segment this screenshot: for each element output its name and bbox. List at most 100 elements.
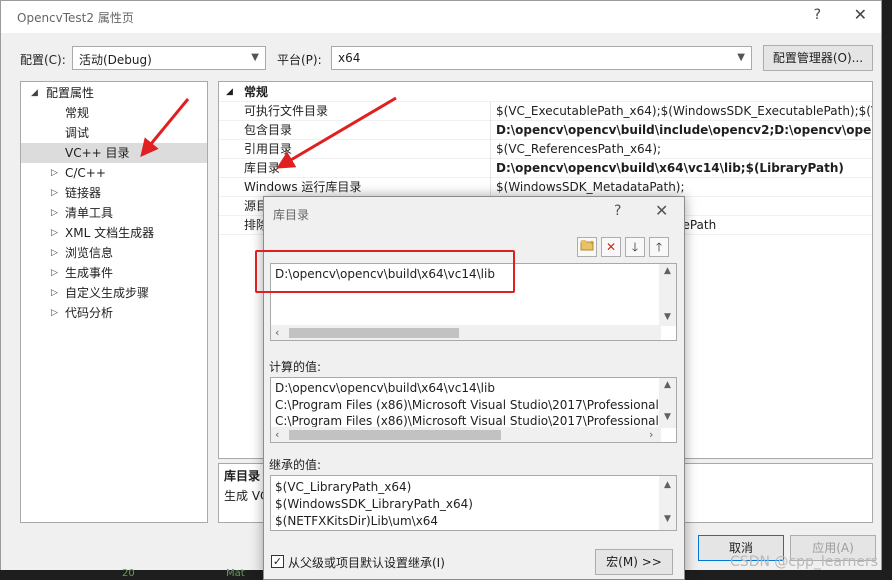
- inherit-checkbox[interactable]: ✓: [271, 555, 284, 568]
- column-divider: [490, 159, 491, 178]
- macros-button[interactable]: 宏(M) >>: [595, 549, 673, 575]
- tree-item-root[interactable]: ◢ 配置属性: [21, 83, 207, 103]
- configuration-manager-button[interactable]: 配置管理器(O)...: [763, 45, 873, 71]
- inherited-value: $(VC_LibraryPath_x64): [275, 480, 412, 494]
- property-name: 引用目录: [244, 142, 293, 156]
- inherited-value: $(NETFXKitsDir)Lib\um\x64: [275, 514, 439, 528]
- tree-item-label: 浏览信息: [65, 246, 114, 260]
- title-bar: OpencvTest2 属性页 ? ✕: [1, 1, 881, 33]
- property-value[interactable]: D:\opencv\opencv\build\include\opencv2;D…: [496, 121, 872, 140]
- tree-item[interactable]: 调试: [21, 123, 207, 143]
- scroll-right-icon[interactable]: ›: [649, 428, 653, 441]
- window-title: OpencvTest2 属性页: [17, 11, 134, 25]
- delete-icon[interactable]: ✕: [601, 237, 621, 257]
- platform-select[interactable]: x64 ▼: [331, 46, 752, 70]
- property-value[interactable]: $(VC_ExecutablePath_x64);$(WindowsSDK_Ex…: [496, 102, 872, 121]
- collapsed-triangle-icon[interactable]: ▷: [51, 243, 58, 263]
- tree-item-label: 代码分析: [65, 306, 114, 320]
- tree-item[interactable]: ▷ 代码分析: [21, 303, 207, 323]
- tree-item-label: 生成事件: [65, 266, 114, 280]
- tree-item[interactable]: ▷ 浏览信息: [21, 243, 207, 263]
- tree-item[interactable]: ▷ 自定义生成步骤: [21, 283, 207, 303]
- property-name: 库目录: [244, 161, 281, 175]
- collapsed-triangle-icon[interactable]: ▷: [51, 203, 58, 223]
- tree-item[interactable]: ▷ 清单工具: [21, 203, 207, 223]
- category-label: 常规: [244, 85, 269, 99]
- new-folder-icon[interactable]: ✦: [577, 237, 597, 257]
- collapsed-triangle-icon[interactable]: ▷: [51, 183, 58, 203]
- tree-item[interactable]: 常规: [21, 103, 207, 123]
- property-row[interactable]: 引用目录 $(VC_ReferencesPath_x64);: [219, 140, 872, 159]
- property-value[interactable]: $(WindowsSDK_MetadataPath);: [496, 178, 685, 197]
- tree-item[interactable]: ▷ XML 文档生成器: [21, 223, 207, 243]
- scroll-left-icon[interactable]: ‹: [275, 428, 279, 441]
- tree-item-label: C/C++: [65, 166, 106, 180]
- collapsed-triangle-icon[interactable]: ▷: [51, 263, 58, 283]
- property-row[interactable]: 可执行文件目录 $(VC_ExecutablePath_x64);$(Window…: [219, 102, 872, 121]
- tree-item-label: 常规: [65, 106, 90, 120]
- configuration-select[interactable]: 活动(Debug) ▼: [72, 46, 266, 70]
- move-up-icon[interactable]: 🡑: [649, 237, 669, 257]
- dialog-help-button[interactable]: ?: [614, 203, 621, 219]
- close-button[interactable]: ✕: [854, 5, 867, 24]
- computed-values-box: D:\opencv\opencv\build\x64\vc14\lib C:\P…: [270, 377, 677, 443]
- scroll-up-icon[interactable]: ▲: [659, 380, 676, 390]
- tree-item-label: VC++ 目录: [65, 146, 130, 160]
- tree-item[interactable]: ▷ 链接器: [21, 183, 207, 203]
- platform-label: 平台(P):: [277, 53, 322, 67]
- scroll-down-icon[interactable]: ▼: [659, 412, 676, 422]
- property-value[interactable]: D:\opencv\opencv\build\x64\vc14\lib;$(Li…: [496, 159, 844, 178]
- inherited-value: $(WindowsSDK_LibraryPath_x64): [275, 497, 473, 511]
- scroll-left-icon[interactable]: ‹: [275, 326, 279, 339]
- property-row[interactable]: 包含目录 D:\opencv\opencv\build\include\openc…: [219, 121, 872, 140]
- tree-item[interactable]: ▷ 生成事件: [21, 263, 207, 283]
- dialog-close-button[interactable]: ✕: [655, 201, 668, 220]
- property-name: 包含目录: [244, 123, 293, 137]
- collapsed-triangle-icon[interactable]: ▷: [51, 283, 58, 303]
- scroll-down-icon[interactable]: ▼: [659, 514, 676, 524]
- configuration-label: 配置(C):: [20, 53, 66, 67]
- platform-value: x64: [338, 51, 361, 65]
- property-value[interactable]: $(VC_ReferencesPath_x64);: [496, 140, 661, 159]
- horizontal-scrollbar[interactable]: ‹: [271, 325, 661, 340]
- scroll-thumb[interactable]: [289, 430, 501, 440]
- tree-item-label: 清单工具: [65, 206, 114, 220]
- inherit-checkbox-label[interactable]: 从父级或项目默认设置继承(I): [288, 554, 445, 571]
- collapsed-triangle-icon[interactable]: ▷: [51, 303, 58, 323]
- tree-item[interactable]: VC++ 目录: [21, 143, 207, 163]
- dialog-title: 库目录: [273, 208, 310, 222]
- property-name: 可执行文件目录: [244, 104, 329, 118]
- tree-item-label: 配置属性: [46, 86, 95, 100]
- property-row[interactable]: 库目录 D:\opencv\opencv\build\x64\vc14\lib;$…: [219, 159, 872, 178]
- computed-value: C:\Program Files (x86)\Microsoft Visual …: [275, 414, 663, 428]
- move-down-icon[interactable]: 🡓: [625, 237, 645, 257]
- scroll-up-icon[interactable]: ▲: [659, 266, 676, 276]
- vertical-scrollbar[interactable]: ▲ ▼: [659, 264, 676, 326]
- vertical-scrollbar[interactable]: ▲ ▼: [659, 378, 676, 428]
- scroll-thumb[interactable]: [289, 328, 459, 338]
- computed-value: D:\opencv\opencv\build\x64\vc14\lib: [275, 381, 495, 395]
- watermark: CSDN @cpp_learners: [730, 554, 878, 570]
- scroll-down-icon[interactable]: ▼: [659, 312, 676, 322]
- grid-category[interactable]: ◢ 常规: [219, 83, 872, 102]
- vertical-scrollbar[interactable]: ▲ ▼: [659, 476, 676, 530]
- collapsed-triangle-icon[interactable]: ▷: [51, 163, 58, 183]
- horizontal-scrollbar[interactable]: ‹ ›: [271, 427, 661, 442]
- editor-line-text: Mat: [226, 568, 245, 579]
- tree-item[interactable]: ▷ C/C++: [21, 163, 207, 183]
- collapsed-triangle-icon[interactable]: ▷: [51, 223, 58, 243]
- expanded-triangle-icon[interactable]: ◢: [31, 83, 38, 103]
- configuration-row: 配置(C): 活动(Debug) ▼ 平台(P): x64 ▼ 配置管理器(O)…: [1, 45, 881, 72]
- configuration-value: 活动(Debug): [79, 53, 152, 67]
- property-row[interactable]: Windows 运行库目录 $(WindowsSDK_MetadataPath);: [219, 178, 872, 197]
- inherited-values-box: $(VC_LibraryPath_x64) $(WindowsSDK_Libra…: [270, 475, 677, 531]
- editor-line-text: 20: [122, 568, 135, 579]
- chevron-down-icon: ▼: [737, 52, 745, 63]
- tree-item-label: 自定义生成步骤: [65, 286, 150, 300]
- help-button[interactable]: ?: [814, 7, 821, 23]
- settings-tree: ◢ 配置属性 常规 调试 VC++ 目录 ▷ C/C++ ▷ 链接器 ▷ 清单工具 ▷ XML 文档…: [20, 81, 208, 523]
- tree-item-label: XML 文档生成器: [65, 226, 155, 240]
- scroll-up-icon[interactable]: ▲: [659, 480, 676, 490]
- computed-values-label: 计算的值:: [269, 360, 322, 374]
- expanded-triangle-icon[interactable]: ◢: [226, 83, 233, 102]
